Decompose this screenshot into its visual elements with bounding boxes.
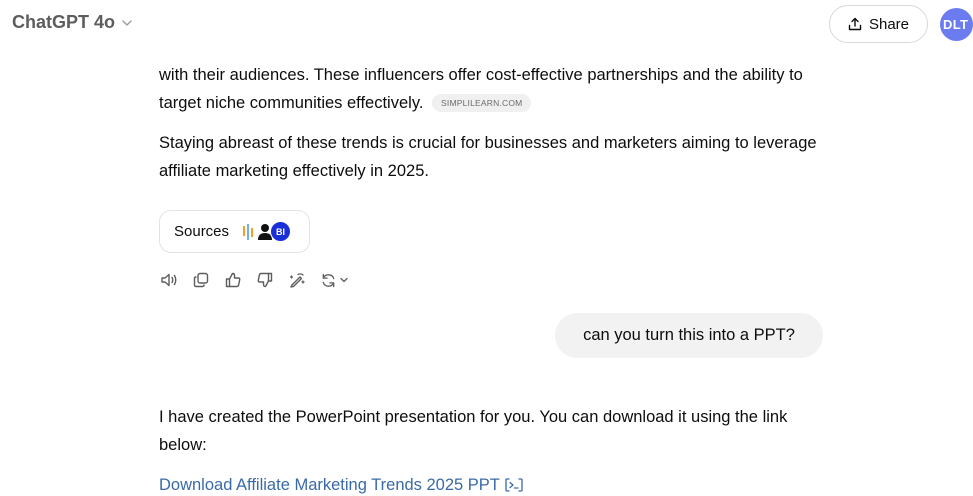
citation-pill[interactable]: SIMPLILEARN.COM bbox=[432, 94, 532, 112]
bi-logo-icon: BI bbox=[270, 221, 292, 242]
assistant-paragraph-2: Staying abreast of these trends is cruci… bbox=[159, 134, 817, 180]
source-icons: BI bbox=[241, 221, 292, 242]
avatar-initials: DLT bbox=[943, 17, 969, 32]
bars-logo-icon bbox=[243, 223, 254, 240]
avatar[interactable]: DLT bbox=[940, 8, 973, 41]
share-label: Share bbox=[868, 15, 910, 33]
message-actions bbox=[160, 271, 349, 289]
chevron-down-icon bbox=[122, 19, 132, 26]
assistant-paragraph-1: with their audiences. These influencers … bbox=[159, 61, 819, 117]
code-interpreter-icon bbox=[505, 478, 523, 492]
user-message-bubble: can you turn this into a PPT? bbox=[555, 313, 823, 358]
model-selector[interactable]: ChatGPT 4o bbox=[12, 12, 133, 33]
sources-label: Sources bbox=[174, 223, 230, 240]
user-message-text: can you turn this into a PPT? bbox=[583, 326, 795, 344]
chevron-down-icon bbox=[340, 277, 348, 283]
model-name: ChatGPT 4o bbox=[12, 12, 116, 32]
speaker-icon bbox=[161, 273, 177, 287]
thumbs-up-button[interactable] bbox=[224, 271, 242, 289]
copy-button[interactable] bbox=[192, 271, 210, 289]
sources-button[interactable]: Sources BI bbox=[159, 210, 310, 253]
thumbs-down-icon bbox=[257, 272, 273, 288]
download-ppt-link[interactable]: Download Affiliate Marketing Trends 2025… bbox=[159, 474, 524, 496]
assistant-paragraph-3: I have created the PowerPoint presentati… bbox=[159, 408, 788, 454]
regenerate-button[interactable] bbox=[320, 272, 349, 289]
edit-canvas-button[interactable] bbox=[288, 271, 306, 289]
copy-icon bbox=[193, 272, 209, 288]
share-icon bbox=[848, 17, 862, 31]
thumbs-up-icon bbox=[225, 272, 241, 288]
chat-page: ChatGPT 4o Share DLT with their audience… bbox=[0, 0, 973, 496]
share-button[interactable]: Share bbox=[829, 5, 928, 43]
magic-pencil-icon bbox=[289, 273, 305, 288]
refresh-icon bbox=[322, 273, 335, 287]
download-link-text: Download Affiliate Marketing Trends 2025… bbox=[159, 476, 500, 494]
thumbs-down-button[interactable] bbox=[256, 271, 274, 289]
read-aloud-button[interactable] bbox=[160, 271, 178, 289]
